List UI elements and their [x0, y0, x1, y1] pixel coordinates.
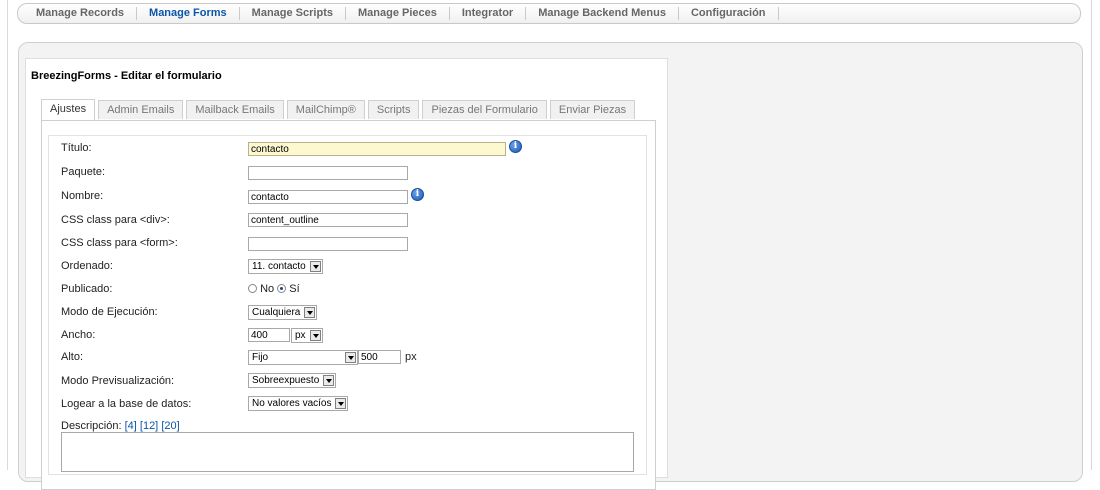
chevron-down-icon[interactable] — [345, 352, 356, 363]
ancho-input[interactable] — [248, 328, 290, 342]
top-navigation: Manage Records Manage Forms Manage Scrip… — [17, 3, 1081, 24]
descripcion-rows-20-link[interactable]: [20] — [161, 420, 179, 432]
nav-integrator[interactable]: Integrator — [450, 7, 527, 20]
info-icon[interactable]: i — [411, 188, 424, 201]
chevron-down-icon[interactable] — [323, 375, 335, 386]
modo-previsualizacion-select[interactable]: Sobreexpuesto — [248, 373, 337, 388]
logear-select[interactable]: No valores vacíos — [248, 396, 349, 411]
tab-bar: Ajustes Admin Emails Mailback Emails Mai… — [41, 99, 638, 120]
descripcion-textarea[interactable] — [61, 432, 634, 472]
nav-configuracion[interactable]: Configuración — [679, 7, 779, 20]
label-modo-previsualizacion: Modo Previsualización: — [61, 375, 175, 387]
modo-ejecucion-value: Cualquiera — [252, 307, 301, 318]
label-css-div: CSS class para <div>: — [61, 214, 170, 226]
label-alto: Alto: — [61, 351, 84, 363]
publicado-si-label: Sí — [289, 283, 300, 295]
label-paquete: Paquete: — [61, 166, 106, 178]
tab-ajustes[interactable]: Ajustes — [41, 99, 96, 120]
descripcion-rows-4-link[interactable]: [4] — [125, 420, 137, 432]
publicado-radio-group: No Sí — [248, 283, 300, 295]
label-publicado: Publicado: — [61, 283, 113, 295]
chevron-down-icon[interactable] — [335, 398, 347, 409]
nav-manage-forms[interactable]: Manage Forms — [137, 7, 240, 20]
ordenado-select[interactable]: 11. contacto — [248, 259, 323, 274]
info-icon[interactable]: i — [509, 140, 522, 153]
tab-mailchimp[interactable]: MailChimp® — [286, 100, 365, 119]
nombre-input[interactable] — [248, 190, 408, 204]
alto-mode-value: Fijo — [252, 352, 269, 363]
label-descripcion: Descripción: [4] [12] [20] — [61, 420, 180, 432]
page-title: BreezingForms - Editar el formulario — [31, 70, 222, 82]
chevron-down-icon[interactable] — [309, 261, 321, 272]
modo-ejecucion-select[interactable]: Cualquiera — [248, 305, 318, 320]
alto-input[interactable] — [358, 350, 401, 364]
label-ancho: Ancho: — [61, 329, 96, 341]
chevron-down-icon[interactable] — [304, 307, 316, 318]
tab-piezas-del-formulario[interactable]: Piezas del Formulario — [422, 100, 547, 119]
nav-manage-scripts[interactable]: Manage Scripts — [240, 7, 346, 20]
css-form-input[interactable] — [248, 237, 408, 251]
nav-manage-records[interactable]: Manage Records — [18, 7, 138, 20]
titulo-input[interactable] — [248, 142, 506, 156]
alto-mode-select[interactable]: Fijo — [248, 350, 358, 365]
paquete-input[interactable] — [248, 166, 408, 180]
ancho-unit-select[interactable]: px — [291, 328, 323, 343]
ancho-unit-value: px — [295, 330, 306, 341]
chevron-down-icon[interactable] — [309, 330, 321, 341]
publicado-no-label: No — [260, 283, 275, 295]
tab-mailback-emails[interactable]: Mailback Emails — [186, 100, 284, 119]
label-css-form: CSS class para <form>: — [61, 237, 178, 249]
alto-unit-label: px — [405, 351, 417, 363]
nav-manage-backend-menus[interactable]: Manage Backend Menus — [526, 7, 679, 20]
label-nombre: Nombre: — [61, 190, 104, 202]
descripcion-label-text: Descripción: — [61, 420, 122, 432]
tab-scripts[interactable]: Scripts — [367, 100, 420, 119]
descripcion-rows-12-link[interactable]: [12] — [140, 420, 158, 432]
publicado-si-radio[interactable] — [277, 284, 287, 293]
publicado-no-radio[interactable] — [248, 284, 257, 293]
label-modo-ejecucion: Modo de Ejecución: — [61, 306, 158, 318]
ordenado-value: 11. contacto — [252, 261, 306, 272]
label-titulo: Título: — [61, 142, 92, 154]
label-logear: Logear a la base de datos: — [61, 398, 192, 410]
nav-manage-pieces[interactable]: Manage Pieces — [346, 7, 450, 20]
label-ordenado: Ordenado: — [61, 260, 113, 272]
logear-value: No valores vacíos — [252, 398, 332, 409]
tab-admin-emails[interactable]: Admin Emails — [98, 100, 184, 119]
css-div-input[interactable] — [248, 213, 408, 227]
tab-enviar-piezas[interactable]: Enviar Piezas — [549, 100, 636, 119]
modo-previsualizacion-value: Sobreexpuesto — [252, 375, 320, 386]
